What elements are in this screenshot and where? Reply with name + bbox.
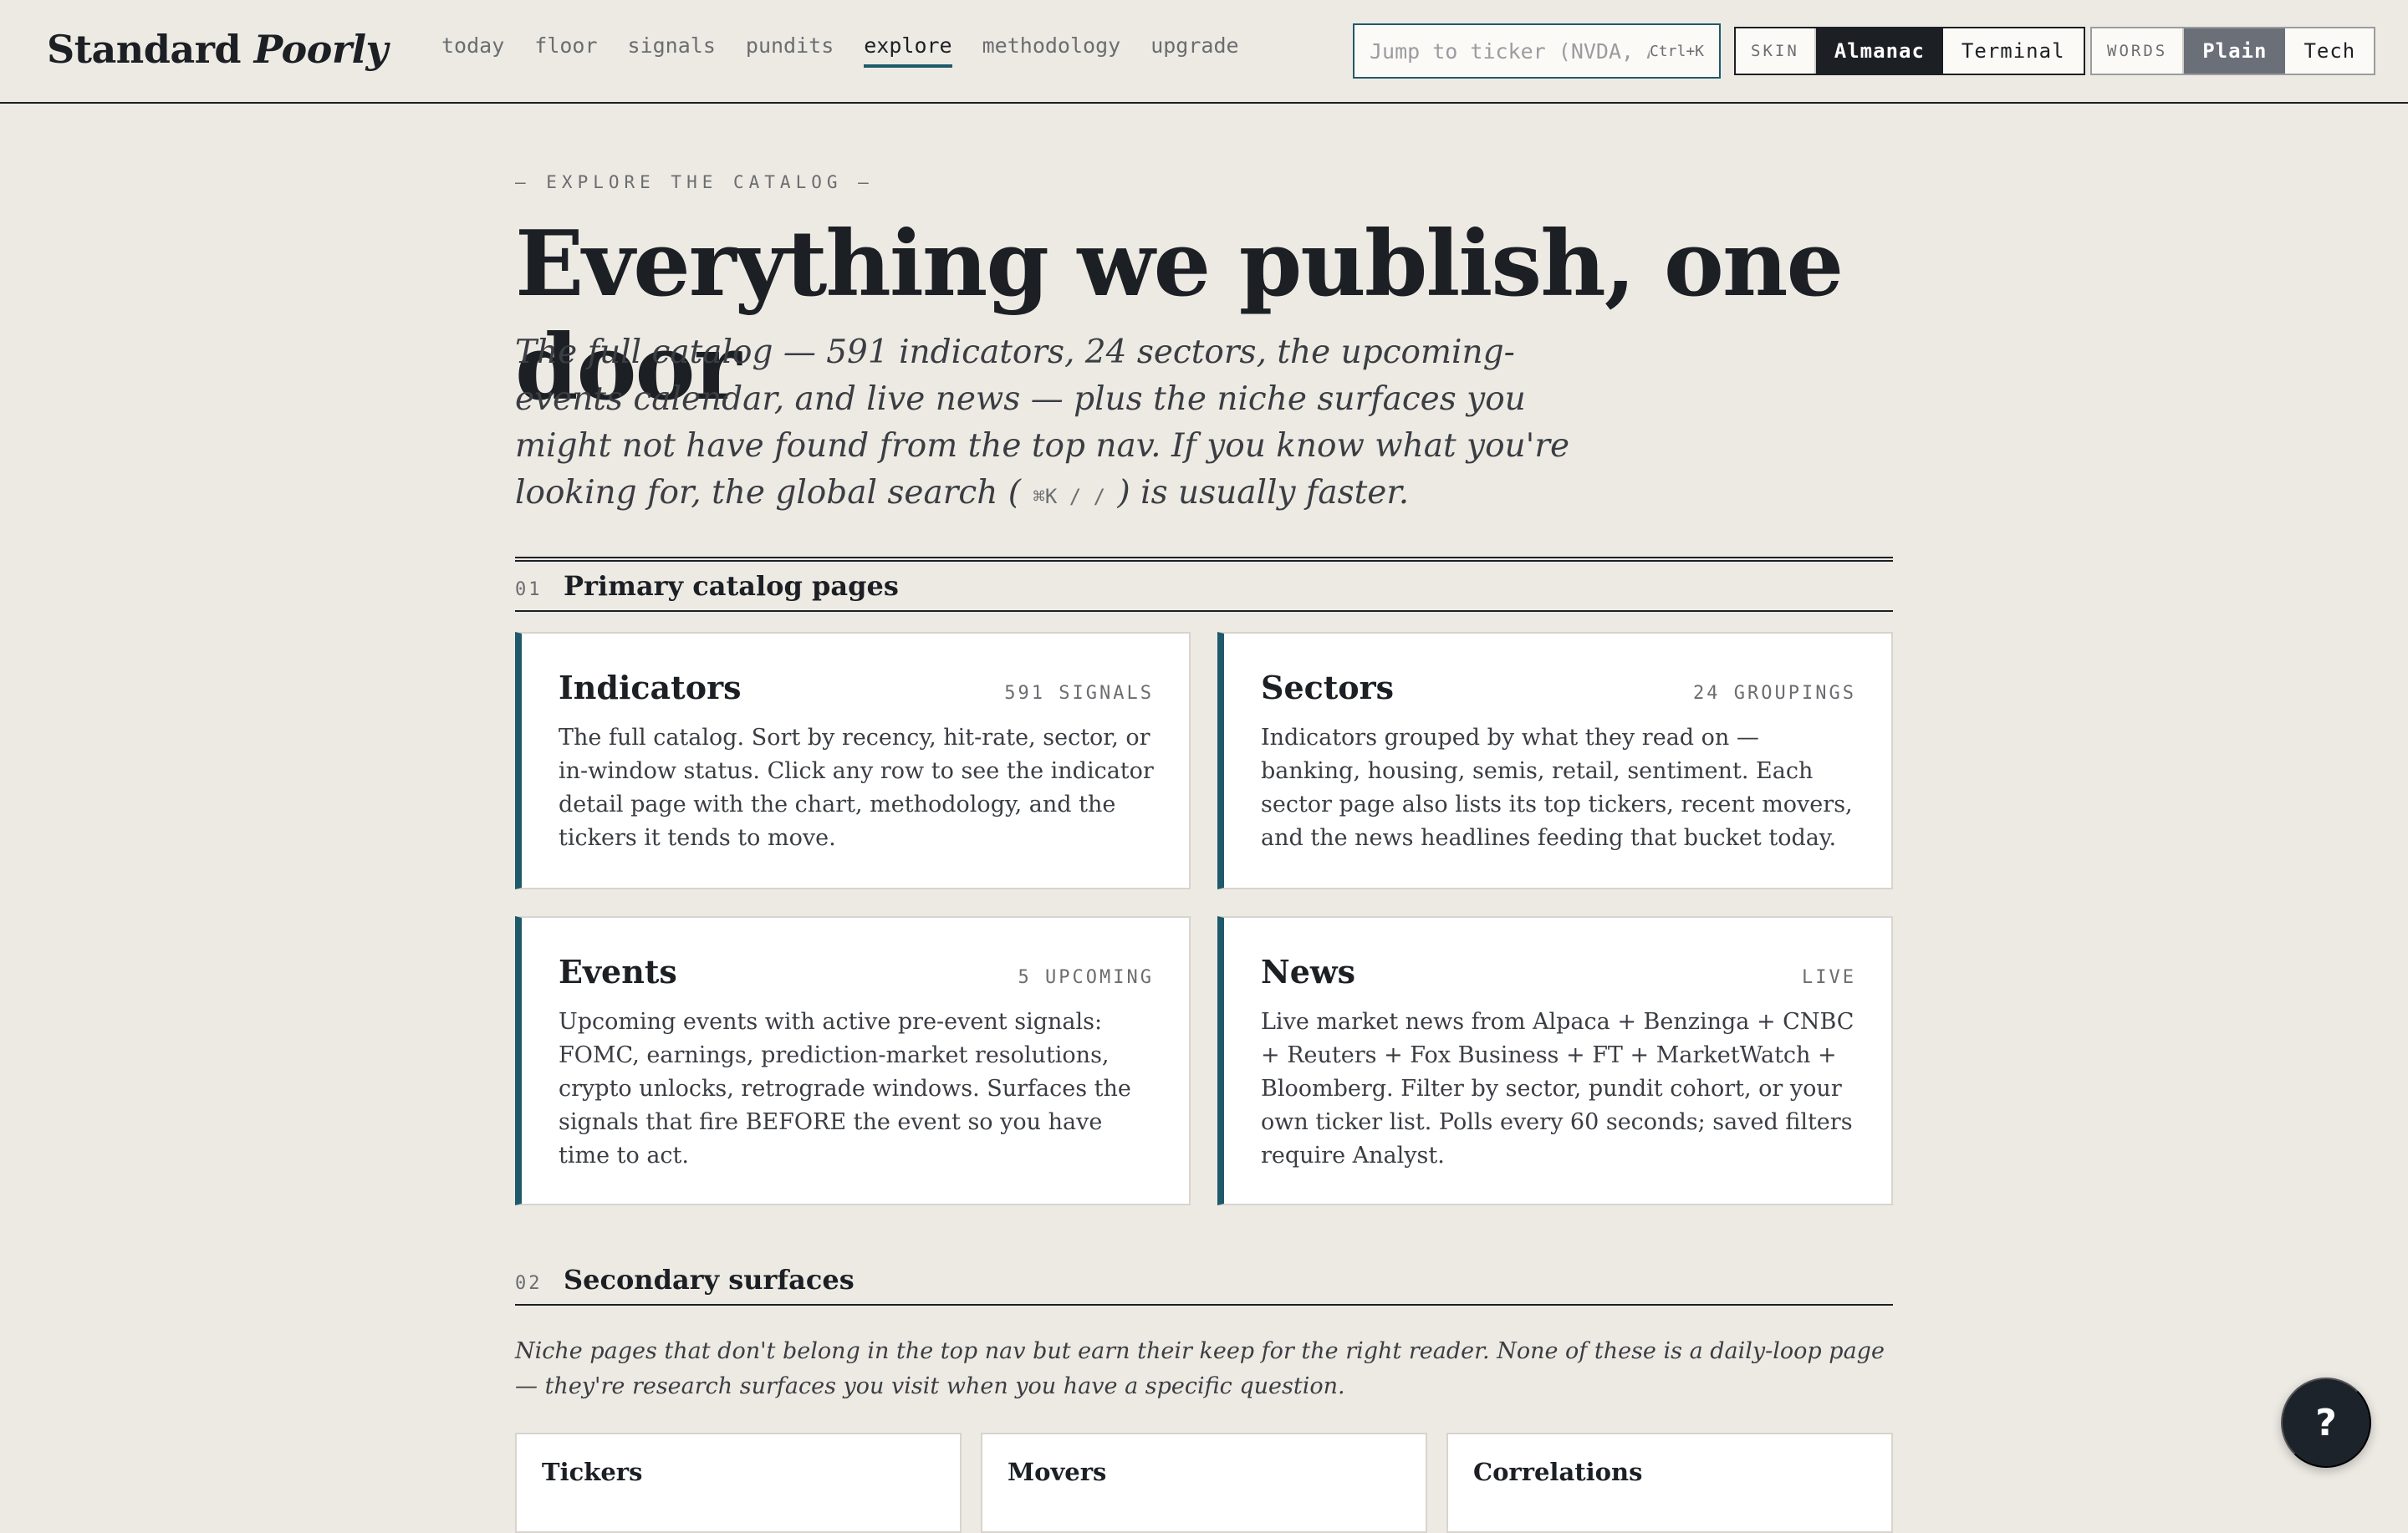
card-count: 591 SIGNALS (1004, 683, 1154, 704)
words-option-tech[interactable]: Tech (2285, 28, 2374, 74)
card-count: 5 UPCOMING (1018, 967, 1154, 988)
nav-signals[interactable]: signals (628, 33, 716, 68)
card-description: Upcoming events with active pre-event si… (559, 1009, 1131, 1169)
card-description: Indicators grouped by what they read on … (1261, 725, 1853, 851)
page-subtitle: The full catalog — 591 indicators, 24 se… (515, 329, 1594, 520)
nav-upgrade[interactable]: upgrade (1150, 33, 1238, 68)
skin-toggle: SKIN Almanac Terminal (1734, 27, 2085, 75)
nav-methodology[interactable]: methodology (982, 33, 1121, 68)
card-tickers[interactable]: Tickers (515, 1433, 962, 1533)
logo-text-italic: Poorly (253, 27, 389, 72)
card-live-badge: LIVE (1802, 967, 1856, 988)
ticker-search: Ctrl+K (1353, 23, 1721, 79)
nav-floor[interactable]: floor (534, 33, 597, 68)
section-title: Secondary surfaces (564, 1264, 855, 1296)
words-toggle: WORDS Plain Tech (2090, 27, 2376, 75)
skin-option-almanac[interactable]: Almanac (1815, 28, 1943, 74)
search-shortcut-keys: ⌘K / / (1020, 485, 1118, 508)
card-news[interactable]: News LIVE Live market news from Alpaca +… (1217, 916, 1893, 1205)
section-secondary-header: 02 Secondary surfaces (515, 1264, 1893, 1306)
card-title: Tickers (542, 1458, 643, 1486)
section-secondary-subtitle: Niche pages that don't belong in the top… (515, 1338, 1885, 1399)
card-correlations[interactable]: Correlations (1446, 1433, 1893, 1533)
subtitle-text-post: ) is usually faster. (1117, 474, 1410, 512)
logo-text-regular: Standard (47, 27, 254, 72)
card-indicators[interactable]: Indicators 591 SIGNALS The full catalog.… (515, 632, 1191, 889)
card-title: Indicators (559, 669, 742, 706)
skin-label: SKIN (1736, 28, 1816, 74)
words-label: WORDS (2092, 28, 2185, 74)
card-sectors[interactable]: Sectors 24 GROUPINGS Indicators grouped … (1217, 632, 1893, 889)
card-title: Sectors (1261, 669, 1395, 706)
page-kicker: — EXPLORE THE CATALOG — (515, 172, 874, 192)
search-shortcut-hint: Ctrl+K (1649, 42, 1704, 60)
words-option-plain[interactable]: Plain (2184, 28, 2286, 74)
card-description: Live market news from Alpaca + Benzinga … (1261, 1009, 1854, 1169)
section-number: 02 (515, 1273, 543, 1294)
card-count: 24 GROUPINGS (1693, 683, 1856, 704)
site-logo[interactable]: Standard Poorly (47, 27, 388, 72)
nav-today[interactable]: today (441, 33, 504, 68)
nav-pundits[interactable]: pundits (746, 33, 834, 68)
main-nav: today floor signals pundits explore meth… (441, 33, 1269, 68)
section-title: Primary catalog pages (564, 570, 899, 602)
card-title: News (1261, 953, 1356, 991)
section-number: 01 (515, 579, 543, 600)
nav-explore[interactable]: explore (864, 33, 952, 68)
card-description: The full catalog. Sort by recency, hit-r… (559, 725, 1154, 851)
card-movers[interactable]: Movers (981, 1433, 1427, 1533)
card-title: Events (559, 953, 677, 991)
help-button[interactable]: ? (2281, 1378, 2371, 1468)
card-title: Movers (1008, 1458, 1107, 1486)
ticker-search-input[interactable] (1370, 38, 1650, 64)
card-title: Correlations (1473, 1458, 1643, 1486)
skin-option-terminal[interactable]: Terminal (1943, 28, 2084, 74)
card-events[interactable]: Events 5 UPCOMING Upcoming events with a… (515, 916, 1191, 1205)
section-primary-header: 01 Primary catalog pages (515, 557, 1893, 612)
top-bar: Standard Poorly today floor signals pund… (0, 0, 2408, 104)
